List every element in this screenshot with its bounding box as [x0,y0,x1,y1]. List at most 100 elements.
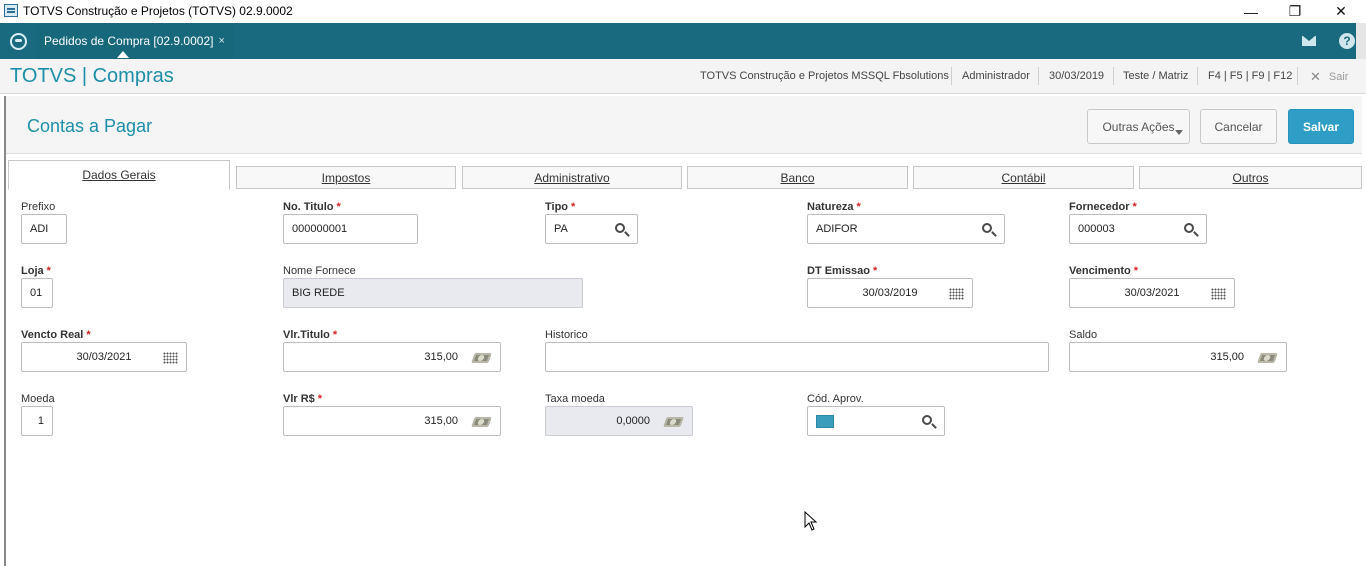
maximize-button[interactable]: ❐ [1272,0,1318,23]
exit-icon: ✕ [1310,69,1321,84]
nome-fornece-value: BIG REDE [292,287,345,299]
money-icon [1257,350,1279,366]
search-icon[interactable] [1183,222,1199,238]
loja-label: Loja * [21,265,51,277]
tab-dados-gerais[interactable]: Dados Gerais [8,160,230,190]
company-branch[interactable]: Teste / Matriz [1123,70,1188,82]
prefixo-field[interactable]: ADI [21,214,67,244]
window-title-bar: TOTVS Construção e Projetos (TOTVS) 02.9… [0,0,1366,23]
no-titulo-label: No. Titulo * [283,201,341,213]
cancel-button[interactable]: Cancelar [1200,109,1277,144]
vlr-rs-field[interactable]: 315,00 [283,406,501,436]
historico-field[interactable] [545,342,1049,372]
close-window-button[interactable]: ✕ [1318,0,1364,23]
tab-administrativo[interactable]: Administrativo [462,166,682,189]
vencimento-label: Vencimento * [1069,265,1139,277]
fornecedor-value: 000003 [1078,223,1115,235]
nome-fornece-label: Nome Fornece [283,265,356,277]
natureza-field[interactable]: ADIFOR [807,214,1005,244]
more-actions-button[interactable]: Outras Ações [1087,109,1190,144]
header-divider [1297,67,1298,85]
page-header: Contas a Pagar Outras Ações Cancelar Sal… [6,96,1362,154]
tab-outros[interactable]: Outros [1139,166,1362,189]
vlr-titulo-value: 315,00 [424,351,458,363]
taxa-moeda-label: Taxa moeda [545,393,605,405]
nome-fornece-field: BIG REDE [283,278,583,308]
tipo-label: Tipo * [545,201,576,213]
active-tab-pointer [117,51,129,58]
page-container: Contas a Pagar Outras Ações Cancelar Sal… [4,96,1362,566]
prefixo-label: Prefixo [21,201,56,213]
tab-impostos[interactable]: Impostos [236,166,456,189]
tab-banco[interactable]: Banco [687,166,908,189]
vlr-rs-label: Vlr R$ * [283,393,323,405]
exit-label: Sair [1328,71,1349,83]
loja-value: 01 [30,287,43,299]
vlr-titulo-label: Vlr.Titulo * [283,329,338,341]
money-icon [471,350,493,366]
vencto-real-field[interactable]: 30/03/2021 [21,342,187,372]
saldo-value: 315,00 [1210,351,1244,363]
tipo-field[interactable]: PA [545,214,638,244]
scrollbar[interactable] [1356,23,1366,59]
minimize-button[interactable]: — [1228,0,1274,23]
form-tabs: Dados Gerais Impostos Administrativo Ban… [6,158,1362,190]
dt-emissao-value: 30/03/2019 [862,287,918,299]
vencimento-value: 30/03/2021 [1124,287,1180,299]
totvs-logo-button[interactable] [0,23,36,59]
prefixo-value: ADI [30,223,49,235]
user-label[interactable]: Administrador [962,70,1030,82]
tab-label: Pedidos de Compra [02.9.0002] [44,34,214,48]
natureza-value: ADIFOR [816,223,858,235]
approver-color-swatch [816,414,834,428]
moeda-field[interactable]: 1 [21,406,53,436]
messages-button[interactable] [1294,23,1324,59]
shortcut-keys[interactable]: F4 | F5 | F9 | F12 [1208,70,1292,82]
cod-aprov-label: Cód. Aprov. [807,393,864,405]
moeda-value: 1 [37,415,44,427]
tab-contabil[interactable]: Contábil [913,166,1134,189]
tab-close-icon[interactable]: × [218,35,224,47]
database-date[interactable]: 30/03/2019 [1049,70,1104,82]
calendar-icon[interactable] [1211,286,1227,302]
no-titulo-value: 000000001 [292,223,348,235]
vencimento-field[interactable]: 30/03/2021 [1069,278,1235,308]
natureza-label: Natureza * [807,201,861,213]
saldo-field[interactable]: 315,00 [1069,342,1287,372]
environment-label: TOTVS Construção e Projetos MSSQL Fbsolu… [700,70,949,82]
header-divider [1113,67,1114,85]
save-button[interactable]: Salvar [1288,109,1354,144]
historico-label: Historico [545,329,588,341]
loja-field[interactable]: 01 [21,278,53,308]
fornecedor-label: Fornecedor * [1069,201,1137,213]
exit-button[interactable]: ✕ Sair [1310,69,1348,85]
caret-down-icon [1175,130,1183,135]
tab-pedidos-de-compra[interactable]: Pedidos de Compra [02.9.0002] × [36,23,233,59]
calendar-icon[interactable] [163,350,179,366]
header-divider [1197,67,1198,85]
mail-icon [1302,36,1316,46]
app-window-icon [4,4,18,17]
mouse-cursor-icon [804,511,818,531]
vlr-rs-value: 315,00 [424,415,458,427]
search-icon[interactable] [921,414,937,430]
money-icon [471,414,493,430]
fornecedor-field[interactable]: 000003 [1069,214,1207,244]
no-titulo-field[interactable]: 000000001 [283,214,418,244]
vlr-titulo-field[interactable]: 315,00 [283,342,501,372]
totvs-logo-icon [9,32,27,50]
taxa-moeda-field: 0,0000 [545,406,693,436]
dt-emissao-field[interactable]: 30/03/2019 [807,278,973,308]
calendar-icon[interactable] [949,286,965,302]
search-icon[interactable] [614,222,630,238]
dt-emissao-label: DT Emissao * [807,265,878,277]
search-icon[interactable] [981,222,997,238]
more-actions-label: Outras Ações [1102,119,1175,134]
header-divider [951,67,952,85]
help-icon: ? [1339,33,1355,49]
window-title: TOTVS Construção e Projetos (TOTVS) 02.9… [23,4,293,18]
page-title: Contas a Pagar [27,116,153,136]
vencto-real-value: 30/03/2021 [76,351,132,363]
cod-aprov-field[interactable] [807,406,945,436]
header-divider [1038,67,1039,85]
